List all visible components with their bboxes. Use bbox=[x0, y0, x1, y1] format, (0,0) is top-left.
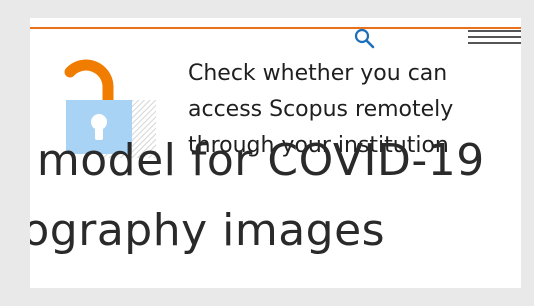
article-title-line-2: nography images bbox=[30, 205, 386, 256]
hamburger-menu-icon[interactable] bbox=[468, 28, 521, 48]
message-line: Check whether you can bbox=[188, 61, 448, 86]
search-icon[interactable] bbox=[352, 28, 376, 50]
article-title-line-1: n model for COVID-19 bbox=[30, 135, 485, 186]
message-line: access Scopus remotely bbox=[188, 97, 454, 122]
scopus-access-banner: Check whether you can access Scopus remo… bbox=[30, 18, 521, 288]
accent-top-rule bbox=[30, 27, 521, 29]
